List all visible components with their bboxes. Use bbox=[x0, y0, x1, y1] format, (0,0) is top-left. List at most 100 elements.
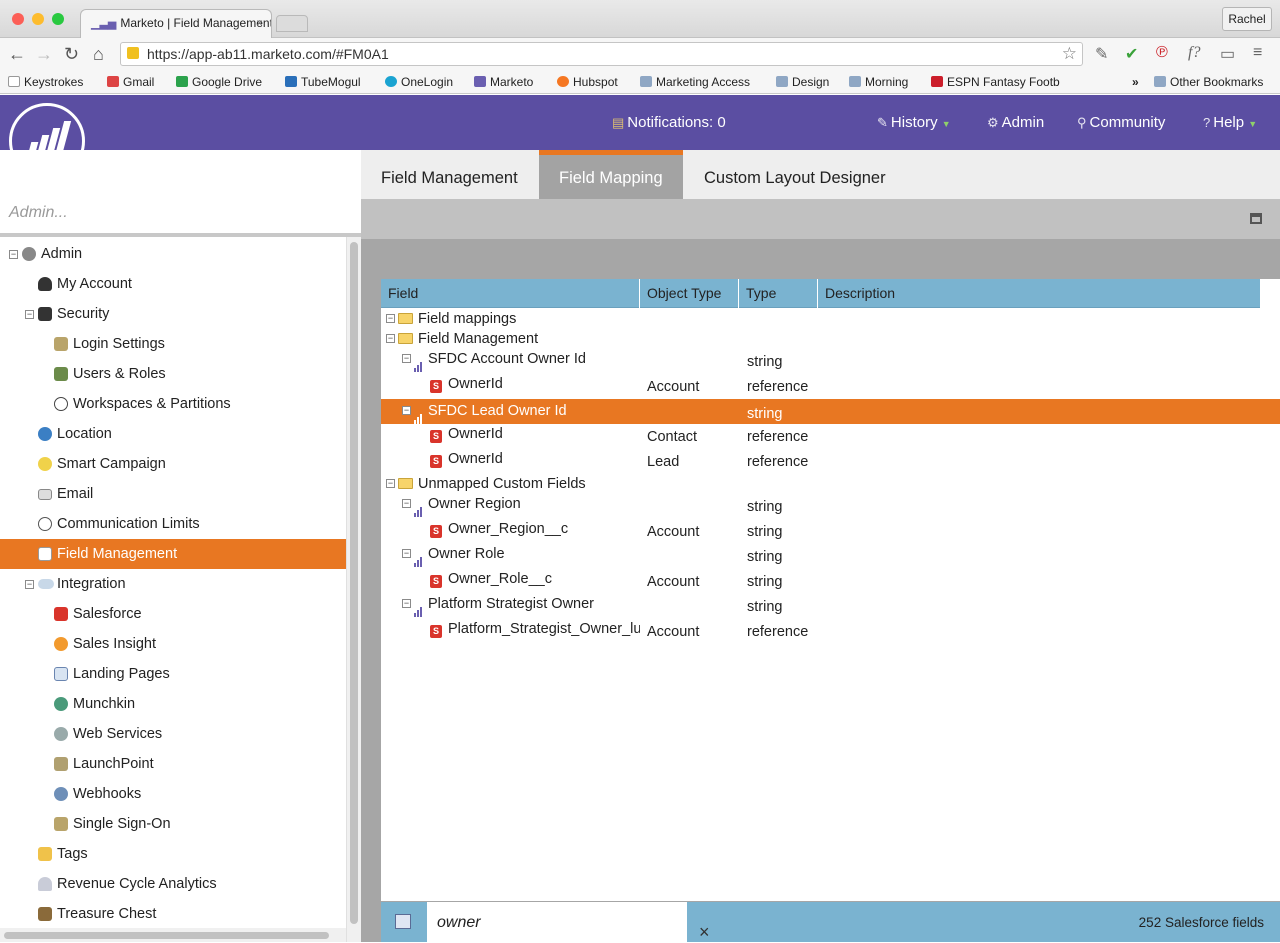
filter-icon[interactable] bbox=[395, 914, 411, 929]
pinterest-extension-icon[interactable]: ℗ bbox=[1156, 44, 1168, 62]
bookmark-other-bookmarks[interactable]: Other Bookmarks bbox=[1154, 75, 1263, 89]
column-header-field[interactable]: Field bbox=[381, 279, 640, 308]
collapse-icon: − bbox=[402, 498, 411, 508]
browser-tab[interactable]: ▁▃▅ Marketo | Field Management × bbox=[80, 9, 272, 39]
bookmark-gmail[interactable]: Gmail bbox=[107, 75, 154, 89]
bookmark-keystrokes[interactable]: Keystrokes bbox=[8, 75, 83, 89]
globe-icon bbox=[54, 397, 68, 411]
forward-icon[interactable]: → bbox=[35, 44, 53, 65]
tab-close-icon[interactable]: × bbox=[256, 16, 263, 30]
grid-row-field[interactable]: − Platform Strategist Owner string bbox=[381, 592, 1280, 617]
tab-field-management[interactable]: Field Management bbox=[361, 150, 538, 199]
tree-item-single-sign-on[interactable]: Single Sign-On bbox=[0, 809, 346, 839]
tree-item-web-services[interactable]: Web Services bbox=[0, 719, 346, 749]
column-header-description[interactable]: Description bbox=[818, 279, 1260, 308]
tree-item-my-account[interactable]: My Account bbox=[0, 269, 346, 299]
sales-insight-icon bbox=[54, 637, 68, 651]
grid-row-sfdc-field[interactable]: S Owner_Role__c Account string bbox=[381, 567, 1280, 592]
tree-item-smart-campaign[interactable]: Smart Campaign bbox=[0, 449, 346, 479]
column-header-object-type[interactable]: Object Type bbox=[640, 279, 739, 308]
tree-item-email[interactable]: Email bbox=[0, 479, 346, 509]
grid-row-sfdc-field[interactable]: S OwnerId Account reference bbox=[381, 372, 1280, 397]
bookmark-design[interactable]: Design bbox=[776, 75, 829, 89]
toolbar-area bbox=[361, 199, 1280, 239]
tree-item-field-management[interactable]: Field Management bbox=[0, 539, 346, 569]
community-link[interactable]: ⚲ Community bbox=[1077, 114, 1165, 131]
help-menu[interactable]: ? Help ▼ bbox=[1203, 114, 1257, 131]
field-management-icon bbox=[38, 547, 52, 561]
tree-item-munchkin[interactable]: Munchkin bbox=[0, 689, 346, 719]
tab-bar: Field Management Field Mapping Custom La… bbox=[361, 150, 1280, 199]
home-icon[interactable]: ⌂ bbox=[93, 44, 104, 65]
reload-icon[interactable]: ↻ bbox=[64, 44, 79, 65]
admin-search-input[interactable]: Admin... bbox=[9, 204, 68, 222]
bookmark-onelogin[interactable]: OneLogin bbox=[385, 75, 453, 89]
bookmark-tubemogul[interactable]: TubeMogul bbox=[285, 75, 361, 89]
field-filter-input[interactable]: owner × bbox=[427, 902, 710, 942]
clear-filter-icon[interactable]: × bbox=[699, 922, 710, 943]
grid-row-sfdc-field[interactable]: S OwnerId Lead reference bbox=[381, 447, 1280, 472]
bookmark-espn[interactable]: ESPN Fantasy Footb bbox=[931, 75, 1066, 89]
tree-item-security[interactable]: − Security bbox=[0, 299, 346, 329]
tag-icon bbox=[38, 847, 52, 861]
tree-item-tags[interactable]: Tags bbox=[0, 839, 346, 869]
bookmark-marketo[interactable]: Marketo bbox=[474, 75, 533, 89]
grid-row-sfdc-field[interactable]: S Platform_Strategist_Owner_lu Account re… bbox=[381, 617, 1280, 642]
tab-field-mapping[interactable]: Field Mapping bbox=[539, 150, 683, 199]
evernote-extension-icon[interactable]: ✎ bbox=[1095, 44, 1108, 64]
tree-item-users-roles[interactable]: Users & Roles bbox=[0, 359, 346, 389]
bookmark-hubspot[interactable]: Hubspot bbox=[557, 75, 618, 89]
tree-item-launchpoint[interactable]: LaunchPoint bbox=[0, 749, 346, 779]
maximize-window-button[interactable] bbox=[52, 13, 64, 25]
font-extension-icon[interactable]: f? bbox=[1188, 44, 1200, 62]
checkmark-extension-icon[interactable]: ✔ bbox=[1125, 44, 1138, 64]
grid-row-sfdc-field[interactable]: S OwnerId Contact reference bbox=[381, 422, 1280, 447]
marketo-field-icon bbox=[414, 399, 423, 424]
lock-icon bbox=[38, 307, 52, 321]
grid-row-sfdc-field[interactable]: S Owner_Region__c Account string bbox=[381, 517, 1280, 542]
bookmark-marketing-access[interactable]: Marketing Access bbox=[640, 75, 750, 89]
tree-item-treasure-chest[interactable]: Treasure Chest bbox=[0, 899, 346, 929]
grid-row-field[interactable]: − SFDC Account Owner Id string bbox=[381, 347, 1280, 372]
bookmarks-overflow-icon[interactable]: » bbox=[1132, 75, 1139, 89]
close-window-button[interactable] bbox=[12, 13, 24, 25]
minimize-window-button[interactable] bbox=[32, 13, 44, 25]
admin-search[interactable]: Admin... bbox=[0, 150, 361, 236]
maximize-panel-icon[interactable] bbox=[1250, 213, 1262, 224]
collapse-icon: − bbox=[386, 478, 395, 488]
bookmark-star-icon[interactable]: ☆ bbox=[1062, 44, 1077, 64]
sidebar-vertical-scrollbar[interactable] bbox=[346, 237, 361, 942]
tree-item-login-settings[interactable]: Login Settings bbox=[0, 329, 346, 359]
new-tab-button[interactable] bbox=[276, 15, 308, 32]
history-menu[interactable]: ✎ History ▼ bbox=[877, 114, 951, 131]
salesforce-icon: S bbox=[430, 380, 442, 393]
tab-custom-layout-designer[interactable]: Custom Layout Designer bbox=[684, 150, 906, 199]
bookmark-morning[interactable]: Morning bbox=[849, 75, 908, 89]
notifications-link[interactable]: ▤ Notifications: 0 bbox=[612, 114, 726, 131]
grid-row-field-selected[interactable]: − SFDC Lead Owner Id string bbox=[381, 399, 1280, 424]
grid-row-field[interactable]: − Owner Role string bbox=[381, 542, 1280, 567]
bookmark-google-drive[interactable]: Google Drive bbox=[176, 75, 262, 89]
tree-item-workspaces[interactable]: Workspaces & Partitions bbox=[0, 389, 346, 419]
admin-link[interactable]: ⚙ Admin bbox=[987, 114, 1044, 131]
tree-item-location[interactable]: Location bbox=[0, 419, 346, 449]
tree-item-sales-insight[interactable]: Sales Insight bbox=[0, 629, 346, 659]
tree-item-webhooks[interactable]: Webhooks bbox=[0, 779, 346, 809]
cast-icon[interactable]: ▭ bbox=[1220, 44, 1235, 64]
tree-item-communication-limits[interactable]: Communication Limits bbox=[0, 509, 346, 539]
profile-button[interactable]: Rachel bbox=[1222, 7, 1272, 31]
community-icon: ⚲ bbox=[1077, 115, 1087, 130]
browser-titlebar: ▁▃▅ Marketo | Field Management × Rachel bbox=[0, 0, 1280, 39]
sidebar-horizontal-scrollbar[interactable] bbox=[0, 928, 346, 942]
address-bar[interactable]: https://app-ab11.marketo.com/#FM0A1 ☆ bbox=[120, 42, 1083, 66]
menu-icon[interactable]: ≡ bbox=[1253, 44, 1262, 62]
tree-item-salesforce[interactable]: Salesforce bbox=[0, 599, 346, 629]
tree-item-revenue-cycle-analytics[interactable]: Revenue Cycle Analytics bbox=[0, 869, 346, 899]
back-icon[interactable]: ← bbox=[8, 44, 26, 65]
tree-item-integration[interactable]: − Integration bbox=[0, 569, 346, 599]
tree-item-landing-pages[interactable]: Landing Pages bbox=[0, 659, 346, 689]
grid-row-field[interactable]: − Owner Region string bbox=[381, 492, 1280, 517]
tree-item-admin[interactable]: − Admin bbox=[0, 239, 346, 269]
column-header-type[interactable]: Type bbox=[739, 279, 818, 308]
bookmarks-bar: Keystrokes Gmail Google Drive TubeMogul … bbox=[0, 70, 1280, 94]
